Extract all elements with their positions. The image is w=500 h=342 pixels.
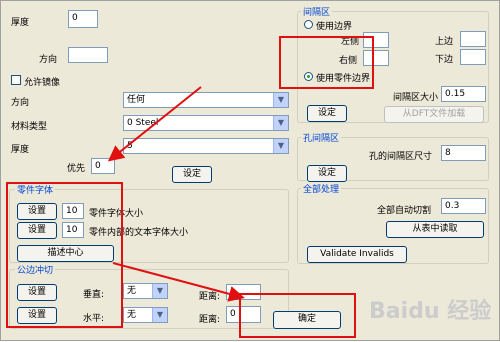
annotation-arrow-priority [107,86,202,162]
annotation-arrow-ok [112,262,245,302]
annotation-arrows [107,86,245,302]
watermark: Baidu 经验 [369,299,492,324]
dialog: 厚度 0 方向 允许镜像 方向 任何 ▼ 材料类型 0 Steel ▼ 厚度 5 ▼ … [0,0,500,341]
